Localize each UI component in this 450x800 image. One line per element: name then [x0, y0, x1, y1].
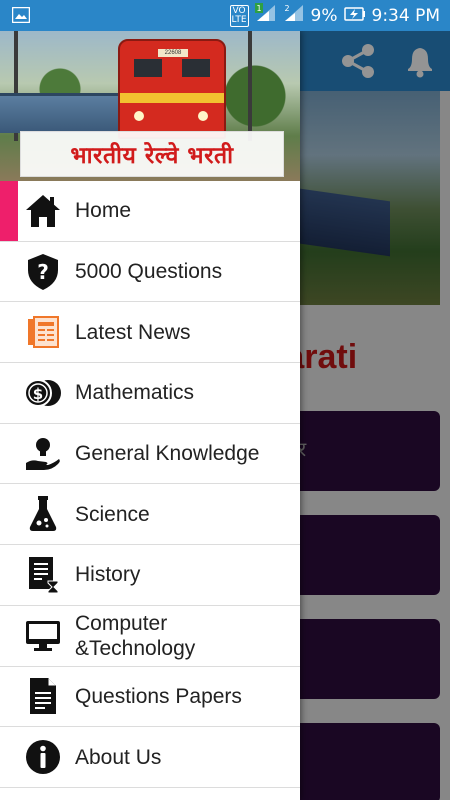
shield-question-icon: ?	[24, 253, 62, 291]
svg-text:?: ?	[37, 260, 49, 284]
newspaper-icon	[24, 313, 62, 351]
status-bar: VO LTE 1 2 9% 9:34 PM	[0, 0, 450, 31]
menu-item-home[interactable]: Home	[0, 181, 300, 242]
home-icon	[24, 192, 62, 230]
locomotive-number: 22608	[158, 49, 188, 57]
svg-text:1: 1	[256, 4, 261, 13]
menu-item-label: Science	[75, 502, 150, 526]
clock: 9:34 PM	[371, 5, 441, 26]
volte-badge: VO LTE	[229, 4, 249, 27]
menu-item-label: Mathematics	[75, 381, 195, 405]
flask-icon	[24, 495, 62, 533]
battery-level: 9%	[310, 5, 338, 26]
menu-item-label: Latest News	[75, 320, 191, 344]
header-locomotive-image: 22608	[118, 39, 226, 139]
locomotive-headlight	[198, 111, 208, 121]
menu-item-5000-questions[interactable]: ? 5000 Questions	[0, 242, 300, 303]
info-icon	[24, 738, 62, 776]
header-title: भारतीय रेल्वे भरती	[70, 143, 234, 169]
menu-item-history[interactable]: History	[0, 545, 300, 606]
svg-text:2: 2	[284, 4, 289, 13]
menu-item-computer-technology[interactable]: Computer &Technology	[0, 606, 300, 667]
menu-item-latest-news[interactable]: Latest News	[0, 302, 300, 364]
svg-text:$: $	[33, 385, 43, 403]
coins-icon: $	[24, 374, 62, 412]
document-hourglass-icon	[24, 556, 62, 594]
drawer-menu: Home ? 5000 Questions Latest News $ Math…	[0, 181, 300, 788]
menu-item-label: Questions Papers	[75, 684, 242, 708]
locomotive-window	[134, 59, 162, 77]
document-icon	[24, 677, 62, 715]
menu-item-label: History	[75, 563, 141, 587]
header-pole	[248, 31, 252, 141]
menu-item-label: Home	[75, 199, 132, 223]
drawer-header: 22608 भारतीय रेल्वे भरती	[0, 31, 300, 181]
header-title-banner: भारतीय रेल्वे भरती	[20, 131, 284, 177]
idea-hand-icon	[24, 435, 62, 473]
menu-item-mathematics[interactable]: $ Mathematics	[0, 363, 300, 424]
menu-item-questions-papers[interactable]: Questions Papers	[0, 667, 300, 728]
image-notification-icon	[11, 6, 31, 28]
locomotive-headlight	[134, 111, 144, 121]
signal-icon-sim1: 1	[254, 3, 277, 28]
menu-item-label: General Knowledge	[75, 442, 260, 466]
menu-item-label: 5000 Questions	[75, 260, 223, 284]
menu-item-science[interactable]: Science	[0, 484, 300, 546]
menu-item-general-knowledge[interactable]: General Knowledge	[0, 424, 300, 485]
navigation-drawer: 22608 भारतीय रेल्वे भरती Home ? 5000 Que…	[0, 31, 300, 800]
menu-item-about-us[interactable]: About Us	[0, 727, 300, 788]
menu-item-label: About Us	[75, 745, 162, 769]
battery-charging-icon	[343, 6, 366, 26]
header-coach-image	[0, 93, 125, 133]
menu-item-label: Computer &Technology	[75, 611, 196, 660]
monitor-icon	[24, 617, 62, 655]
locomotive-window	[182, 59, 210, 77]
locomotive-stripe	[120, 93, 224, 103]
signal-icon-sim2: 2	[283, 3, 305, 28]
